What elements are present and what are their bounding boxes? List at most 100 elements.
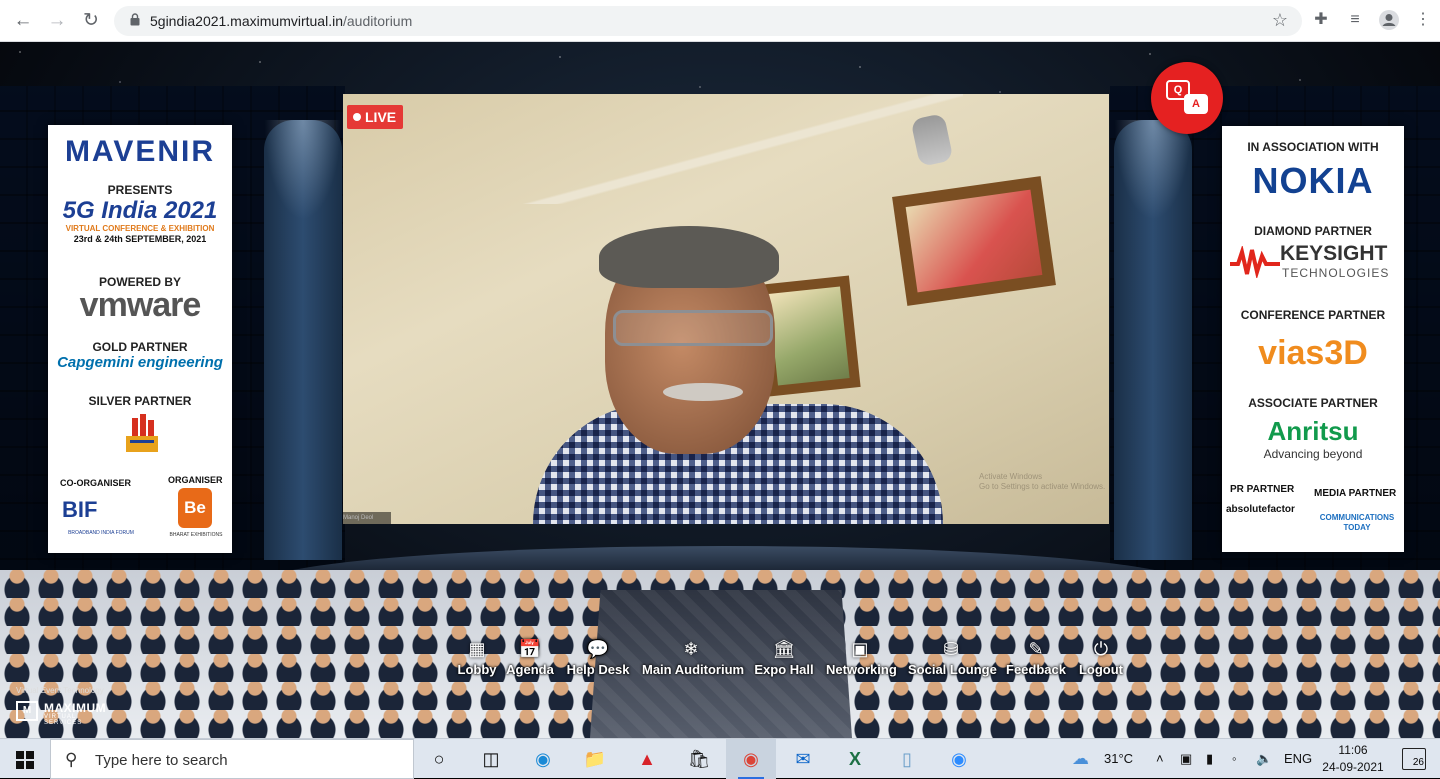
maximum-virtual-logo: M MAXIMUM VIRTUAL SERVICES [16,699,116,726]
nav-help-desk[interactable]: 💬 Help Desk [564,636,632,694]
windows-start-icon[interactable] [0,739,50,779]
keysight-wave-icon [1230,246,1280,278]
nokia-logo: NOKIA [1252,160,1374,201]
database-icon: ⛁ [943,639,959,659]
building-icon: 🏛 [772,639,796,659]
taskbar-clock[interactable]: 11:06 24-09-2021 [1322,742,1384,776]
volume-icon[interactable]: 🔈 [1256,739,1272,779]
file-explorer-icon[interactable]: 📁 [570,739,620,779]
qa-answer-icon: A [1184,94,1208,114]
live-dot-icon [353,113,361,121]
bookmark-star-icon[interactable]: ☆ [1272,10,1288,31]
profile-avatar-icon[interactable] [1378,9,1400,31]
store-icon[interactable]: 🛍 [674,739,724,779]
presents-label: PRESENTS [107,183,173,197]
windows-taskbar: ⚲ Type here to search ○ ◫ ◉ 📁 ▲ 🛍 ◉ ✉ X … [0,738,1440,779]
silver-partner-logo-icon [126,414,158,452]
tray-expand-icon[interactable]: ˄ [1156,739,1164,779]
clock-date: 24-09-2021 [1322,760,1384,774]
meet-icon[interactable]: ▣ [1180,739,1192,779]
event-navigation: ▦ Lobby 📅 Agenda 💬 Help Desk ❄ Main Auditori… [448,636,1132,694]
vias3d-logo: vias3D [1258,334,1368,372]
maximum-m-icon: M [16,701,38,721]
nav-lobby[interactable]: ▦ Lobby [452,636,502,694]
right-sponsor-banner: IN ASSOCIATION WITH NOKIA DIAMOND PARTNE… [1222,126,1404,552]
reload-icon[interactable]: ↻ [80,10,102,32]
weather-cloud-icon[interactable]: ☁ [1072,739,1089,779]
live-badge: LIVE [347,105,404,129]
more-menu-icon[interactable]: ⋮ [1412,9,1434,31]
left-sponsor-banner: MAVENIR PRESENTS 5G India 2021 VIRTUAL C… [48,125,232,553]
speaker-glasses [613,310,773,346]
vmware-logo: vmware [79,286,202,324]
media-partner-label: MEDIA PARTNER [1314,488,1397,499]
speaker-name-tag: Manoj Deol [343,512,391,524]
nav-networking[interactable]: ▣ Networking [826,636,897,694]
keysight-logo: KEYSIGHT [1280,242,1388,265]
battery-icon[interactable]: ▮ [1206,739,1213,779]
chat-icon: 💬 [586,639,610,659]
outlook-icon[interactable]: ✉ [778,739,828,779]
bif-logo: BIF [62,497,98,522]
nav-main-auditorium[interactable]: ❄ Main Auditorium [642,636,744,694]
anritsu-logo: Anritsu [1267,416,1359,446]
right-spotlight [1114,120,1192,220]
diamond-partner-label: DIAMOND PARTNER [1254,224,1372,238]
edit-icon: ✎ [1028,639,1044,659]
event-dates: 23rd & 24th SEPTEMBER, 2021 [73,234,207,244]
event-title: 5G India 2021 [62,197,218,224]
excel-icon[interactable]: X [830,739,880,779]
power-icon: ⏻ [1093,639,1109,659]
communications-today-logo: COMMUNICATIONS TODAY [1319,513,1395,532]
url-text: 5gindia2021.maximumvirtual.in/auditorium [150,13,413,29]
cortana-icon[interactable]: ○ [414,739,464,779]
keysight-subtitle: TECHNOLOGIES [1282,266,1390,280]
extensions-icon[interactable]: ✚ [1310,9,1332,31]
wifi-icon[interactable]: ◦ [1232,739,1237,779]
capgemini-logo: Capgemini engineering [57,354,223,371]
acrobat-icon[interactable]: ▲ [622,739,672,779]
silver-partner-label: SILVER PARTNER [88,394,192,408]
notes-app-icon[interactable]: ▯ [882,739,932,779]
nav-expo-hall[interactable]: 🏛 Expo Hall [754,636,814,694]
task-view-icon[interactable]: ◫ [466,739,516,779]
clock-time: 11:06 [1338,743,1368,757]
forward-arrow-icon[interactable]: → [46,10,68,32]
back-arrow-icon[interactable]: ← [12,10,34,32]
reading-list-icon[interactable]: ≡ [1344,9,1366,31]
address-bar[interactable]: 5gindia2021.maximumvirtual.in/auditorium… [114,6,1302,36]
vendor-caption: Virtual Event Technology [16,686,104,695]
bharat-exhibitions-subtitle: BHARAT EXHIBITIONS [169,532,223,538]
absolutefactor-logo: absolutefactor [1226,504,1295,515]
pr-partner-label: PR PARTNER [1230,484,1295,495]
notifications-icon[interactable]: 26 [1402,748,1426,770]
zoom-icon[interactable]: ◉ [934,739,984,779]
bif-subtitle: BROADBAND INDIA FORUM [68,530,134,536]
left-spotlight [264,120,342,220]
live-video-player[interactable]: LIVE Activate Windows Go to Settings to a… [343,94,1109,524]
association-label: IN ASSOCIATION WITH [1247,140,1379,154]
taskbar-search[interactable]: ⚲ Type here to search [50,739,414,779]
qa-button[interactable]: Q A [1151,62,1223,134]
edge-icon[interactable]: ◉ [518,739,568,779]
temperature[interactable]: 31°C [1104,739,1133,779]
browser-toolbar: ← → ↻ 5gindia2021.maximumvirtual.in/audi… [0,0,1440,42]
chrome-icon[interactable]: ◉ [726,739,776,779]
auditorium-scene: MAVENIR PRESENTS 5G India 2021 VIRTUAL C… [0,42,1440,738]
language-indicator[interactable]: ENG [1284,739,1312,779]
gold-partner-label: GOLD PARTNER [92,340,188,354]
windows-watermark: Activate Windows Go to Settings to activa… [979,472,1106,491]
associate-partner-label: ASSOCIATE PARTNER [1248,396,1378,410]
nav-social-lounge[interactable]: ⛁ Social Lounge [908,636,997,694]
nav-feedback[interactable]: ✎ Feedback [1006,636,1066,694]
search-icon: ⚲ [65,750,78,769]
coorganiser-label: CO-ORGANISER [60,478,132,488]
nav-logout[interactable]: ⏻ Logout [1078,636,1124,694]
snowflake-icon: ❄ [683,639,699,659]
window-icon: ▣ [851,639,869,659]
nav-agenda[interactable]: 📅 Agenda [504,636,556,694]
grid-icon: ▦ [468,639,486,659]
wall-painting [892,176,1056,306]
conference-partner-label: CONFERENCE PARTNER [1240,308,1386,322]
organiser-label: ORGANISER [168,475,223,485]
